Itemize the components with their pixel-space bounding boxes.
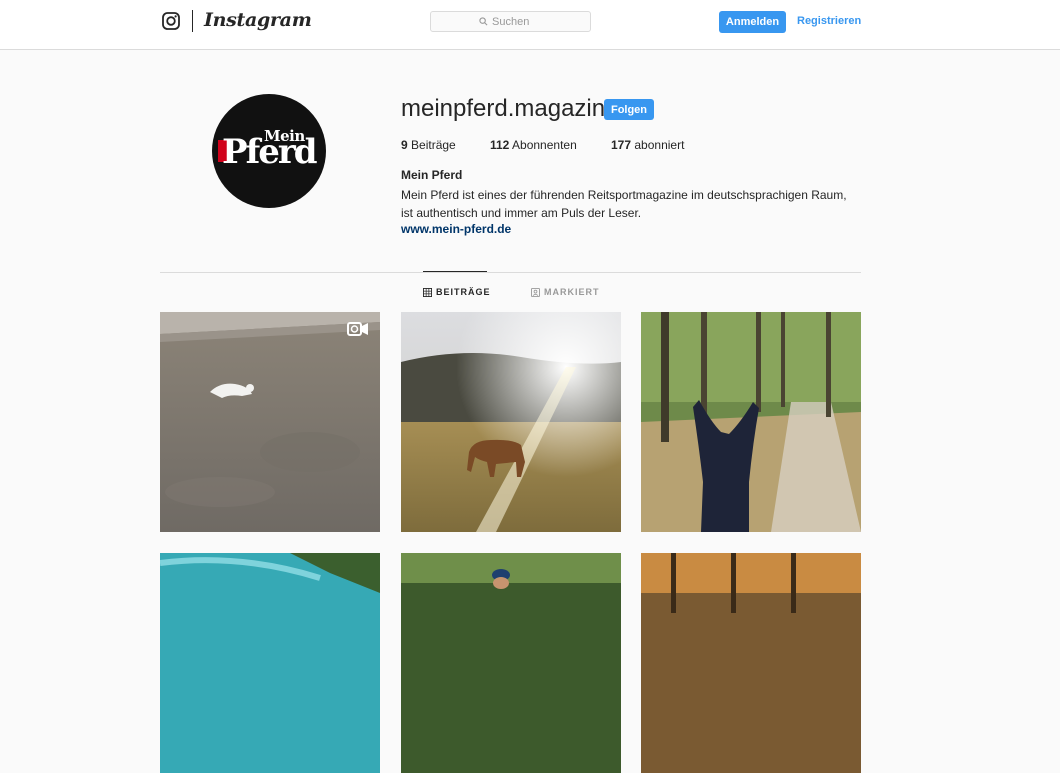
stat-posts: 9 Beiträge	[401, 138, 456, 152]
profile-username: meinpferd.magazin	[401, 95, 606, 122]
video-icon	[347, 322, 368, 336]
tab-tagged-label: MARKIERT	[544, 287, 600, 297]
profile-full-name: Mein Pferd	[401, 168, 463, 182]
post-thumbnail[interactable]	[641, 553, 861, 773]
profile-website-link[interactable]: www.mein-pferd.de	[401, 222, 511, 236]
follow-button[interactable]: Folgen	[604, 99, 654, 120]
avatar-logo-pferd: Pferd	[222, 132, 318, 172]
tab-posts-label: BEITRÄGE	[436, 287, 491, 297]
search-input[interactable]	[492, 15, 542, 28]
post-thumbnail[interactable]	[160, 312, 380, 532]
grid-icon	[423, 287, 432, 297]
instagram-camera-icon[interactable]	[162, 12, 180, 30]
login-button[interactable]: Anmelden	[719, 11, 786, 33]
post-image-forest-path	[641, 312, 861, 532]
stat-following-label: abonniert	[634, 138, 685, 152]
tag-portrait-icon	[531, 287, 540, 297]
instagram-wordmark[interactable]: Instagram	[204, 9, 312, 31]
post-image-rider-cap	[401, 553, 621, 773]
stat-following-count: 177	[611, 138, 632, 152]
post-image-autumn-forest	[641, 553, 861, 773]
post-thumbnail[interactable]	[401, 312, 621, 532]
tab-tagged[interactable]: MARKIERT	[531, 287, 600, 297]
post-thumbnail[interactable]	[641, 312, 861, 532]
register-link[interactable]: Registrieren	[797, 15, 861, 27]
stat-following[interactable]: 177 abonniert	[611, 138, 684, 152]
stat-posts-count: 9	[401, 138, 408, 152]
stat-followers-label: Abonnenten	[512, 138, 577, 152]
post-thumbnail[interactable]	[160, 553, 380, 773]
stat-followers-count: 112	[490, 138, 510, 152]
tab-posts[interactable]: BEITRÄGE	[423, 287, 491, 297]
nav-divider	[192, 10, 193, 32]
profile-avatar: Mein Pferd	[212, 94, 326, 208]
stat-followers[interactable]: 112 Abonnenten	[490, 138, 577, 152]
post-image-turquoise-water	[160, 553, 380, 773]
post-image-horse-meadow	[401, 312, 621, 532]
stat-posts-label: Beiträge	[411, 138, 456, 152]
post-image-arena-dog	[160, 312, 380, 532]
active-tab-indicator	[423, 271, 487, 272]
search-box[interactable]	[430, 11, 591, 32]
search-icon	[479, 17, 488, 26]
post-thumbnail[interactable]	[401, 553, 621, 773]
profile-bio: Mein Pferd ist eines der führenden Reits…	[401, 188, 847, 220]
tabs-divider	[160, 272, 861, 273]
top-navigation: Instagram Anmelden Registrieren	[0, 0, 1060, 50]
